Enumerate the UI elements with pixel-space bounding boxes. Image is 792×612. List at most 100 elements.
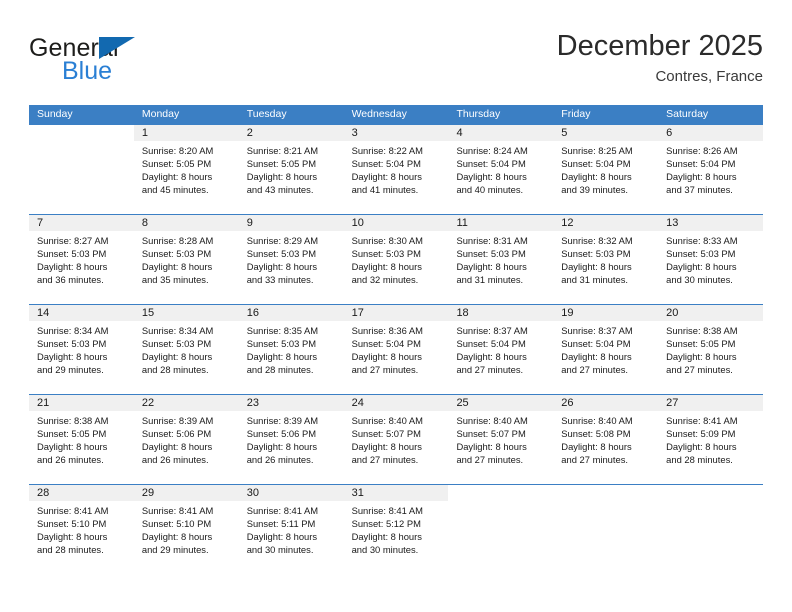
day-cell[interactable] xyxy=(553,485,659,574)
sunset-text: Sunset: 5:04 PM xyxy=(666,158,736,170)
day-details: Sunrise: 8:41 AM Sunset: 5:12 PM Dayligh… xyxy=(344,501,449,556)
day-cell[interactable]: 27 Sunrise: 8:41 AM Sunset: 5:09 PM Dayl… xyxy=(658,395,764,484)
daylight-text-line2: and 30 minutes. xyxy=(246,544,314,556)
day-cell[interactable]: 14 Sunrise: 8:34 AM Sunset: 5:03 PM Dayl… xyxy=(29,305,134,394)
day-cell[interactable] xyxy=(448,485,554,574)
sunrise-text: Sunrise: 8:34 AM xyxy=(37,325,109,336)
daylight-text-line1: Daylight: 8 hours xyxy=(37,441,108,453)
page-title: December 2025 xyxy=(556,30,763,62)
day-cell[interactable]: 12 Sunrise: 8:32 AM Sunset: 5:03 PM Dayl… xyxy=(553,215,659,304)
day-cell[interactable]: 23 Sunrise: 8:39 AM Sunset: 5:06 PM Dayl… xyxy=(238,395,344,484)
day-cell[interactable]: 24 Sunrise: 8:40 AM Sunset: 5:07 PM Dayl… xyxy=(343,395,449,484)
sunset-text: Sunset: 5:04 PM xyxy=(456,338,526,350)
day-cell[interactable]: 19 Sunrise: 8:37 AM Sunset: 5:04 PM Dayl… xyxy=(553,305,659,394)
daylight-text-line1: Daylight: 8 hours xyxy=(666,441,737,453)
day-number xyxy=(29,125,134,141)
day-cell[interactable]: 30 Sunrise: 8:41 AM Sunset: 5:11 PM Dayl… xyxy=(238,485,344,574)
triangle-flag-icon xyxy=(99,37,135,59)
sunrise-text: Sunrise: 8:22 AM xyxy=(351,145,423,156)
daylight-text-line1: Daylight: 8 hours xyxy=(141,171,213,183)
day-cell[interactable]: 16 Sunrise: 8:35 AM Sunset: 5:03 PM Dayl… xyxy=(238,305,344,394)
sunrise-text: Sunrise: 8:33 AM xyxy=(666,235,738,246)
day-cell[interactable]: 9 Sunrise: 8:29 AM Sunset: 5:03 PM Dayli… xyxy=(238,215,344,304)
day-details: Sunrise: 8:41 AM Sunset: 5:09 PM Dayligh… xyxy=(658,411,763,466)
day-details: Sunrise: 8:37 AM Sunset: 5:04 PM Dayligh… xyxy=(448,321,553,376)
day-cell[interactable]: 6 Sunrise: 8:26 AM Sunset: 5:04 PM Dayli… xyxy=(658,125,764,214)
daylight-text-line2: and 41 minutes. xyxy=(351,184,419,196)
day-cell[interactable]: 22 Sunrise: 8:39 AM Sunset: 5:06 PM Dayl… xyxy=(133,395,239,484)
day-details: Sunrise: 8:21 AM Sunset: 5:05 PM Dayligh… xyxy=(239,141,344,196)
daylight-text-line1: Daylight: 8 hours xyxy=(666,261,737,273)
day-cell[interactable]: 7 Sunrise: 8:27 AM Sunset: 5:03 PM Dayli… xyxy=(29,215,134,304)
sunrise-text: Sunrise: 8:41 AM xyxy=(141,505,214,516)
day-number: 12 xyxy=(553,215,659,231)
day-number: 18 xyxy=(448,305,554,321)
daylight-text-line1: Daylight: 8 hours xyxy=(351,171,422,183)
day-cell[interactable]: 15 Sunrise: 8:34 AM Sunset: 5:03 PM Dayl… xyxy=(133,305,239,394)
day-cell[interactable]: 18 Sunrise: 8:37 AM Sunset: 5:04 PM Dayl… xyxy=(448,305,554,394)
day-details: Sunrise: 8:35 AM Sunset: 5:03 PM Dayligh… xyxy=(239,321,344,376)
day-cell[interactable]: 3 Sunrise: 8:22 AM Sunset: 5:04 PM Dayli… xyxy=(343,125,449,214)
day-cell[interactable]: 2 Sunrise: 8:21 AM Sunset: 5:05 PM Dayli… xyxy=(238,125,344,214)
sunset-text: Sunset: 5:09 PM xyxy=(666,428,736,440)
day-cell[interactable]: 17 Sunrise: 8:36 AM Sunset: 5:04 PM Dayl… xyxy=(343,305,449,394)
sunrise-text: Sunrise: 8:36 AM xyxy=(351,325,423,336)
daylight-text-line1: Daylight: 8 hours xyxy=(351,531,422,543)
day-details: Sunrise: 8:28 AM Sunset: 5:03 PM Dayligh… xyxy=(134,231,239,286)
daylight-text-line2: and 28 minutes. xyxy=(141,364,209,376)
day-details: Sunrise: 8:20 AM Sunset: 5:05 PM Dayligh… xyxy=(134,141,239,196)
day-details: Sunrise: 8:37 AM Sunset: 5:04 PM Dayligh… xyxy=(553,321,658,376)
daylight-text-line2: and 27 minutes. xyxy=(561,364,629,376)
sunrise-text: Sunrise: 8:29 AM xyxy=(246,235,319,246)
daylight-text-line1: Daylight: 8 hours xyxy=(246,171,318,183)
day-cell[interactable]: 1 Sunrise: 8:20 AM Sunset: 5:05 PM Dayli… xyxy=(133,125,239,214)
brand-logo[interactable]: General Blue xyxy=(29,34,219,90)
sunrise-text: Sunrise: 8:38 AM xyxy=(37,415,109,426)
sunset-text: Sunset: 5:03 PM xyxy=(37,338,107,350)
day-cell[interactable]: 11 Sunrise: 8:31 AM Sunset: 5:03 PM Dayl… xyxy=(448,215,554,304)
daylight-text-line2: and 32 minutes. xyxy=(351,274,419,286)
sunset-text: Sunset: 5:03 PM xyxy=(666,248,736,260)
day-cell[interactable]: 8 Sunrise: 8:28 AM Sunset: 5:03 PM Dayli… xyxy=(133,215,239,304)
day-cell[interactable]: 10 Sunrise: 8:30 AM Sunset: 5:03 PM Dayl… xyxy=(343,215,449,304)
day-cell[interactable]: 21 Sunrise: 8:38 AM Sunset: 5:05 PM Dayl… xyxy=(29,395,134,484)
day-cell[interactable]: 13 Sunrise: 8:33 AM Sunset: 5:03 PM Dayl… xyxy=(658,215,764,304)
day-cell[interactable]: 25 Sunrise: 8:40 AM Sunset: 5:07 PM Dayl… xyxy=(448,395,554,484)
day-number: 5 xyxy=(553,125,659,141)
day-number: 8 xyxy=(133,215,239,231)
sunset-text: Sunset: 5:04 PM xyxy=(456,158,526,170)
day-details: Sunrise: 8:34 AM Sunset: 5:03 PM Dayligh… xyxy=(29,321,134,376)
day-cell[interactable]: 29 Sunrise: 8:41 AM Sunset: 5:10 PM Dayl… xyxy=(133,485,239,574)
weekday-header-thursday: Thursday xyxy=(456,108,501,120)
daylight-text-line2: and 27 minutes. xyxy=(351,454,419,466)
day-number xyxy=(658,485,764,501)
day-details: Sunrise: 8:34 AM Sunset: 5:03 PM Dayligh… xyxy=(134,321,239,376)
week-row: 28 Sunrise: 8:41 AM Sunset: 5:10 PM Dayl… xyxy=(29,484,764,574)
page-location: Contres, France xyxy=(655,68,763,85)
day-cell[interactable] xyxy=(658,485,764,574)
daylight-text-line1: Daylight: 8 hours xyxy=(351,351,422,363)
day-cell[interactable]: 20 Sunrise: 8:38 AM Sunset: 5:05 PM Dayl… xyxy=(658,305,764,394)
daylight-text-line2: and 33 minutes. xyxy=(246,274,314,286)
day-details: Sunrise: 8:32 AM Sunset: 5:03 PM Dayligh… xyxy=(553,231,658,286)
day-cell[interactable]: 4 Sunrise: 8:24 AM Sunset: 5:04 PM Dayli… xyxy=(448,125,554,214)
sunset-text: Sunset: 5:07 PM xyxy=(351,428,421,440)
daylight-text-line1: Daylight: 8 hours xyxy=(37,531,108,543)
weekday-header-friday: Friday xyxy=(561,108,591,120)
sunset-text: Sunset: 5:06 PM xyxy=(246,428,317,440)
day-cell[interactable]: 5 Sunrise: 8:25 AM Sunset: 5:04 PM Dayli… xyxy=(553,125,659,214)
sunset-text: Sunset: 5:05 PM xyxy=(141,158,212,170)
sunset-text: Sunset: 5:04 PM xyxy=(561,338,631,350)
weekday-header-saturday: Saturday xyxy=(666,108,709,120)
sunrise-text: Sunrise: 8:32 AM xyxy=(561,235,633,246)
day-cell[interactable]: 31 Sunrise: 8:41 AM Sunset: 5:12 PM Dayl… xyxy=(343,485,449,574)
day-number: 21 xyxy=(29,395,134,411)
daylight-text-line1: Daylight: 8 hours xyxy=(141,531,213,543)
daylight-text-line1: Daylight: 8 hours xyxy=(666,351,737,363)
day-cell[interactable]: 28 Sunrise: 8:41 AM Sunset: 5:10 PM Dayl… xyxy=(29,485,134,574)
day-cell[interactable] xyxy=(29,125,134,214)
sunrise-text: Sunrise: 8:39 AM xyxy=(141,415,214,426)
day-cell[interactable]: 26 Sunrise: 8:40 AM Sunset: 5:08 PM Dayl… xyxy=(553,395,659,484)
day-number: 1 xyxy=(133,125,239,141)
weekday-header-tuesday: Tuesday xyxy=(246,108,287,120)
